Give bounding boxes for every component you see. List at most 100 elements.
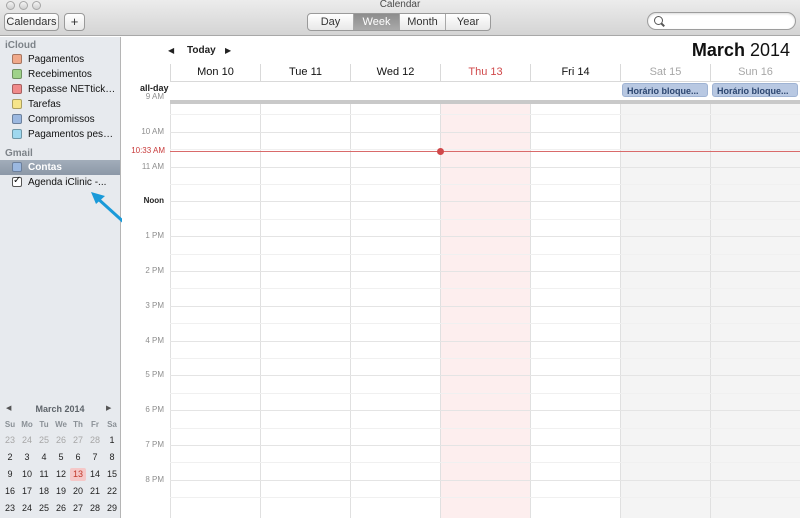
calendar-item[interactable]: Recebimentos	[0, 67, 120, 82]
hour-label: 10 AM	[141, 126, 164, 136]
time-grid[interactable]	[170, 104, 800, 518]
mini-weekday-label: Tu	[39, 420, 49, 429]
mini-day[interactable]: 25	[36, 434, 52, 447]
mini-day[interactable]: 11	[36, 468, 52, 481]
calendar-color-swatch[interactable]	[12, 99, 22, 109]
current-time-dot	[437, 147, 444, 155]
mini-day[interactable]: 3	[19, 451, 35, 464]
mini-day[interactable]: 10	[19, 468, 35, 481]
day-header[interactable]: Mon 10	[170, 64, 260, 81]
calendar-item-label: Repasse NETtickets	[28, 84, 116, 95]
hour-line	[170, 375, 800, 377]
calendar-color-swatch[interactable]	[12, 54, 22, 64]
search-input[interactable]	[666, 14, 791, 28]
mini-day[interactable]: 2	[2, 451, 18, 464]
mini-day[interactable]: 7	[87, 451, 103, 464]
mini-day[interactable]: 26	[53, 434, 69, 447]
mini-day[interactable]: 26	[53, 502, 69, 515]
calendar-item-agenda-iclinic[interactable]: Agenda iClinic -...	[0, 175, 120, 190]
mini-day[interactable]: 24	[19, 434, 35, 447]
mini-day[interactable]: 6	[70, 451, 86, 464]
icloud-heading: iCloud	[5, 40, 37, 51]
half-hour-line	[170, 288, 800, 290]
half-hour-line	[170, 114, 800, 116]
mini-weekday-label: Th	[73, 420, 83, 429]
mini-day[interactable]: 29	[104, 502, 120, 515]
mini-day[interactable]: 28	[87, 502, 103, 515]
mini-day[interactable]: 23	[2, 502, 18, 515]
calendar-item-label: Agenda iClinic -...	[28, 177, 107, 188]
mini-day[interactable]: 21	[87, 485, 103, 498]
search-field[interactable]	[647, 12, 796, 30]
allday-event[interactable]: Horário bloque...	[622, 83, 708, 97]
mini-weekday-label: Sa	[107, 420, 117, 429]
half-hour-line	[170, 323, 800, 325]
half-hour-line	[170, 497, 800, 499]
mini-day[interactable]: 9	[2, 468, 18, 481]
day-header[interactable]: Sat 15	[620, 64, 710, 81]
calendar-item-label: Contas	[28, 162, 62, 173]
mini-day[interactable]: 20	[70, 485, 86, 498]
mini-day[interactable]: 15	[104, 468, 120, 481]
day-header[interactable]: Tue 11	[260, 64, 350, 81]
hour-line	[170, 340, 800, 342]
mini-day[interactable]: 27	[70, 434, 86, 447]
calendar-color-swatch[interactable]	[12, 162, 22, 172]
mini-day[interactable]: 18	[36, 485, 52, 498]
calendar-item-label: Pagamentos	[28, 54, 85, 65]
calendars-button[interactable]: Calendars	[4, 13, 59, 31]
tab-week[interactable]: Week	[354, 14, 400, 30]
mini-day[interactable]: 14	[87, 468, 103, 481]
mini-day[interactable]: 17	[19, 485, 35, 498]
mini-day[interactable]: 1	[104, 434, 120, 447]
current-time-label: 10:33 AM	[131, 145, 165, 155]
calendar-item[interactable]: Pagamentos	[0, 52, 120, 67]
calendar-item[interactable]: Tarefas	[0, 97, 120, 112]
mini-weekday-label: Su	[4, 420, 16, 429]
tab-month[interactable]: Month	[400, 14, 446, 30]
mini-day[interactable]: 23	[2, 434, 18, 447]
hour-label: 4 PM	[145, 335, 164, 345]
mini-day[interactable]: 25	[36, 502, 52, 515]
calendar-color-swatch[interactable]	[12, 129, 22, 139]
mini-day[interactable]: 16	[2, 485, 18, 498]
hour-label: 9 AM	[145, 92, 164, 101]
mini-day[interactable]: 8	[104, 451, 120, 464]
day-header[interactable]: Wed 12	[350, 64, 440, 81]
mini-day[interactable]: 22	[104, 485, 120, 498]
next-week-icon[interactable]: ▶	[225, 46, 231, 55]
mini-day[interactable]: 28	[87, 434, 103, 447]
mini-next-month-icon[interactable]: ▶	[106, 404, 111, 412]
mini-day[interactable]: 27	[70, 502, 86, 515]
hour-label: 8 PM	[145, 474, 164, 484]
add-event-button[interactable]: +	[64, 13, 85, 31]
calendar-item[interactable]: Repasse NETtickets	[0, 82, 120, 97]
mini-day[interactable]: 12	[53, 468, 69, 481]
calendar-color-swatch[interactable]	[12, 69, 22, 79]
mini-day[interactable]: 4	[36, 451, 52, 464]
mini-day[interactable]: 5	[53, 451, 69, 464]
calendar-item-contas[interactable]: Contas	[0, 160, 120, 175]
half-hour-line	[170, 358, 800, 359]
calendar-checkbox[interactable]	[12, 175, 22, 187]
toolbar: Calendar Calendars + Day Week Month Year	[0, 0, 800, 36]
calendar-item[interactable]: Pagamentos pess...	[0, 127, 120, 142]
previous-week-icon[interactable]: ◀	[168, 46, 174, 55]
day-header[interactable]: Thu 13	[440, 64, 530, 81]
mini-day[interactable]: 13	[70, 468, 86, 481]
mini-day[interactable]: 24	[19, 502, 35, 515]
tab-year[interactable]: Year	[446, 14, 490, 30]
hour-label: 5 PM	[145, 370, 164, 380]
allday-event[interactable]: Horário bloque...	[712, 83, 798, 97]
calendar-color-swatch[interactable]	[12, 114, 22, 124]
mini-day[interactable]: 19	[53, 485, 69, 498]
day-header[interactable]: Sun 16	[710, 64, 800, 81]
sidebar: iCloud Pagamentos Recebimentos Repasse NET…	[0, 37, 121, 518]
tab-day[interactable]: Day	[308, 14, 354, 30]
calendar-color-swatch[interactable]	[12, 84, 22, 94]
hour-line	[170, 236, 800, 238]
today-button[interactable]: Today	[187, 45, 216, 56]
day-header[interactable]: Fri 14	[530, 64, 620, 81]
calendar-item[interactable]: Compromissos	[0, 112, 120, 127]
calendar-item-label: Compromissos	[28, 114, 95, 125]
